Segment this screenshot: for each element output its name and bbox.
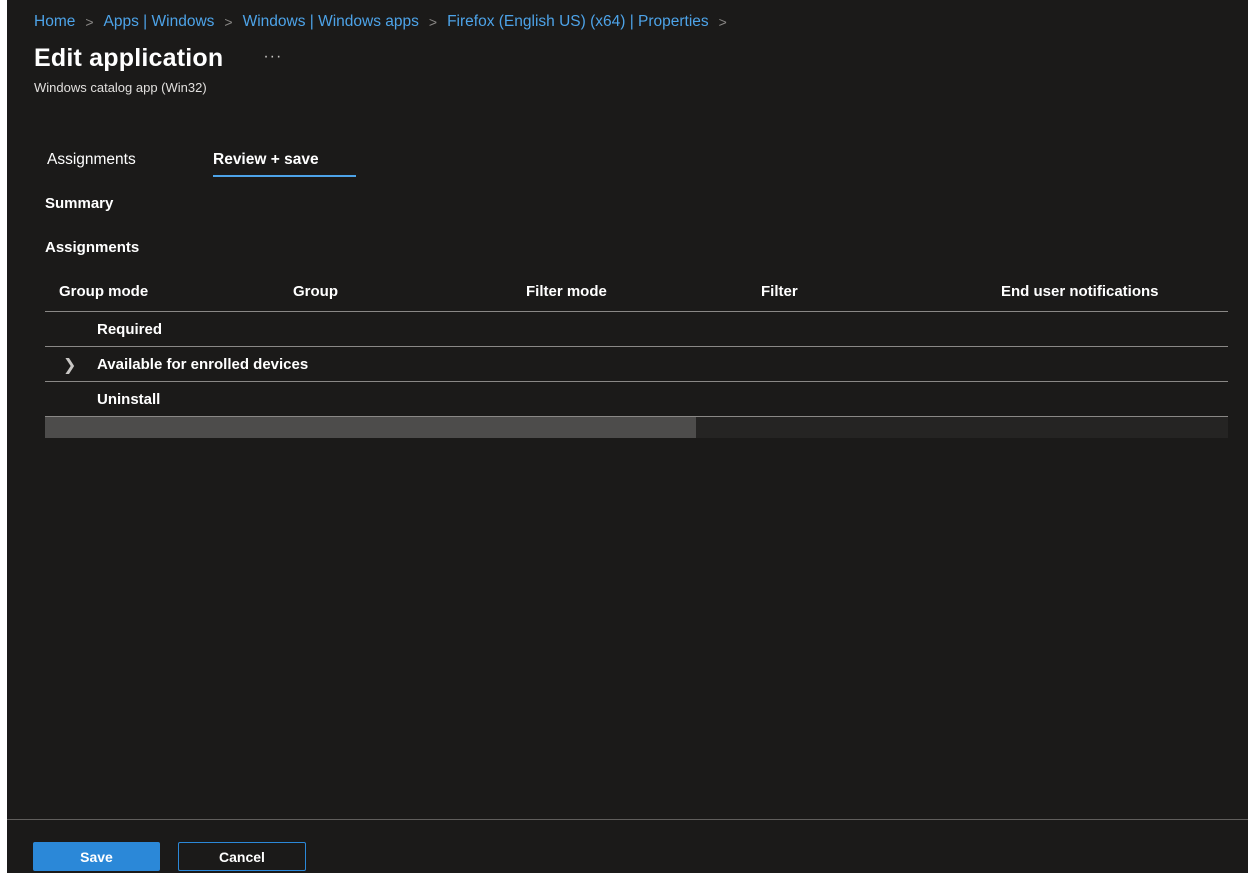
breadcrumb-separator-icon: > [428, 14, 438, 30]
column-header-filter-mode: Filter mode [526, 283, 607, 300]
assignments-heading: Assignments [45, 239, 140, 256]
table-row-available-for-enrolled-devices[interactable]: ❯ Available for enrolled devices [45, 347, 1228, 381]
footer-divider [7, 819, 1248, 820]
horizontal-scrollbar-thumb[interactable] [45, 417, 696, 438]
column-header-group: Group [293, 283, 338, 300]
column-header-end-user-notifications: End user notifications [1001, 283, 1159, 300]
page-title: Edit application [34, 44, 224, 72]
summary-heading: Summary [45, 195, 114, 212]
group-mode-label: Uninstall [97, 391, 161, 408]
chevron-right-icon[interactable]: ❯ [63, 355, 76, 375]
save-button[interactable]: Save [33, 842, 160, 871]
breadcrumb-firefox-properties[interactable]: Firefox (English US) (x64) | Properties [447, 13, 709, 31]
group-mode-label: Required [97, 321, 163, 338]
tab-assignments[interactable]: Assignments [47, 151, 136, 179]
assignments-table-header: Group mode Group Filter mode Filter End … [45, 283, 1228, 311]
table-row-required: Required [45, 312, 1228, 346]
breadcrumb-apps-windows[interactable]: Apps | Windows [104, 13, 215, 31]
active-tab-indicator [213, 175, 356, 177]
breadcrumb-separator-icon: > [85, 14, 94, 30]
breadcrumb-home[interactable]: Home [34, 13, 75, 31]
group-mode-label: Available for enrolled devices [97, 356, 309, 373]
breadcrumb-separator-icon: > [718, 14, 727, 30]
cancel-button[interactable]: Cancel [178, 842, 306, 871]
edit-application-blade: Home > Apps | Windows > Windows | Window… [7, 0, 1248, 873]
breadcrumb-separator-icon: > [224, 14, 233, 30]
breadcrumb-windows-apps[interactable]: Windows | Windows apps [243, 13, 419, 31]
horizontal-scrollbar[interactable] [45, 417, 1228, 438]
table-row-uninstall: Uninstall [45, 382, 1228, 416]
page-subtitle: Windows catalog app (Win32) [34, 80, 207, 95]
title-row: Edit application ··· [34, 44, 282, 73]
breadcrumb: Home > Apps | Windows > Windows | Window… [34, 13, 737, 31]
more-icon[interactable]: ··· [263, 48, 282, 66]
column-header-group-mode: Group mode [59, 283, 149, 300]
column-header-filter: Filter [761, 283, 798, 300]
